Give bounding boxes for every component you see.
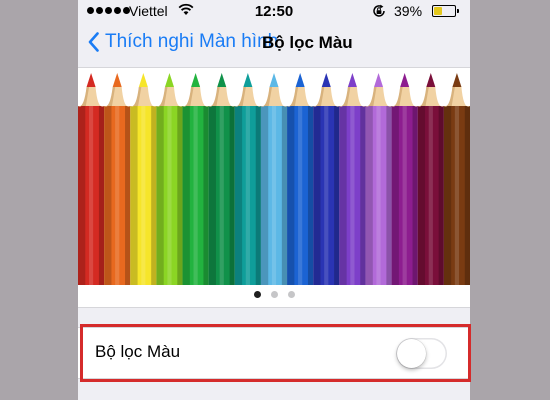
- page-dot: [253, 291, 261, 298]
- pencil: [78, 73, 105, 285]
- pencil: [443, 73, 470, 285]
- phone-screen: Viettel 12:50 39% Thích nghi Màn hình Bộ…: [78, 0, 470, 400]
- color-preview-carousel[interactable]: [78, 67, 470, 308]
- pencil: [260, 73, 288, 285]
- page-title: Bộ lọc Màu: [262, 33, 353, 52]
- page-indicator: [78, 291, 470, 298]
- rotation-lock-icon: [373, 4, 385, 17]
- page-dot: [270, 291, 278, 298]
- pencil: [156, 73, 183, 285]
- battery-icon: [432, 5, 459, 17]
- pencil: [104, 73, 131, 285]
- pencil: [130, 73, 157, 285]
- status-bar: Viettel 12:50 39%: [78, 0, 470, 22]
- toggle-knob: [397, 339, 426, 368]
- pencil: [182, 73, 209, 285]
- color-filter-label: Bộ lọc Màu: [95, 342, 181, 361]
- pencil: [417, 73, 444, 285]
- pencil: [313, 73, 340, 285]
- colored-pencils-image: [78, 73, 470, 285]
- back-chevron-icon: [88, 32, 99, 52]
- back-button[interactable]: Thích nghi Màn hình: [88, 31, 278, 53]
- pencil: [391, 73, 418, 285]
- page-dot: [287, 291, 295, 298]
- pencil: [234, 73, 261, 285]
- pencil: [365, 73, 392, 285]
- pencil: [208, 73, 235, 285]
- back-button-label: Thích nghi Màn hình: [105, 31, 279, 52]
- navigation-bar: Thích nghi Màn hình Bộ lọc Màu: [78, 22, 470, 66]
- battery-percent: 39%: [394, 3, 423, 19]
- pencil: [339, 73, 366, 285]
- color-filter-row: Bộ lọc Màu: [78, 327, 470, 379]
- color-filter-toggle[interactable]: [396, 338, 447, 369]
- pencil: [287, 73, 314, 285]
